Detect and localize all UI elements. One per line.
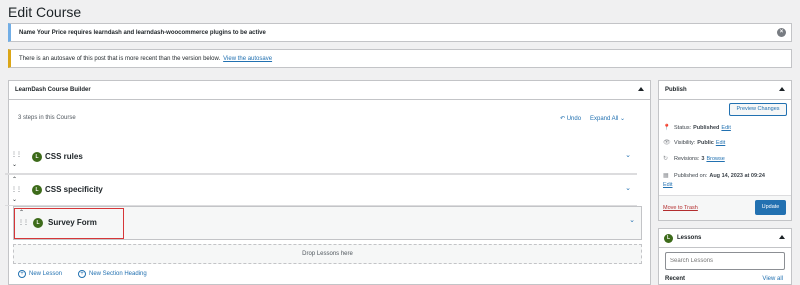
published-label: Published on:	[674, 172, 708, 179]
pin-icon: 📍	[663, 125, 671, 131]
chevron-down-icon: ⌄	[620, 116, 626, 122]
autosave-notice-text: There is an autosave of this post that i…	[19, 55, 221, 62]
move-down-icon[interactable]: ⌄	[12, 162, 17, 168]
visibility-value: Public	[697, 139, 714, 146]
lesson-badge: L	[33, 218, 43, 228]
publish-box: Publish Preview Changes 📍 Status: Publis…	[658, 80, 792, 221]
collapse-icon[interactable]	[638, 87, 644, 91]
new-section-heading-button[interactable]: + New Section Heading	[78, 270, 147, 278]
chevron-down-icon[interactable]: ⌄	[625, 184, 631, 192]
collapse-icon[interactable]	[779, 235, 785, 239]
chevron-down-icon[interactable]: ⌄	[625, 151, 631, 159]
lessons-badge: L	[664, 234, 673, 243]
move-to-trash-link[interactable]: Move to Trash	[663, 205, 698, 211]
collapse-icon[interactable]	[779, 87, 785, 91]
move-up-icon[interactable]: ⌃	[19, 210, 24, 216]
lesson-title: Survey Form	[48, 218, 97, 227]
status-value: Published	[693, 124, 720, 131]
lesson-item[interactable]: ⌃ ⋮⋮ L Survey Form ⌄	[13, 206, 642, 240]
new-section-heading-label: New Section Heading	[89, 271, 147, 277]
lesson-badge: L	[32, 185, 42, 195]
status-line: 📍 Status: Published Edit	[663, 124, 731, 132]
drag-handle-icon[interactable]: ⋮⋮	[18, 219, 29, 226]
revisions-line: ↻ Revisions: 3 Browse	[663, 155, 725, 163]
new-lesson-button[interactable]: + New Lesson	[18, 270, 62, 278]
dismiss-icon[interactable]: ×	[777, 28, 786, 37]
publish-header: Publish	[659, 81, 791, 100]
view-autosave-link[interactable]: View the autosave	[223, 56, 272, 62]
course-builder-header: LearnDash Course Builder	[9, 81, 650, 100]
autosave-notice: There is an autosave of this post that i…	[8, 49, 792, 68]
publish-actions: Move to Trash Update	[659, 195, 791, 220]
course-builder-title: LearnDash Course Builder	[15, 87, 91, 93]
update-button[interactable]: Update	[755, 200, 786, 215]
move-up-icon[interactable]: ⌃	[12, 177, 17, 183]
published-value: Aug 14, 2023 at 09:24	[709, 172, 765, 179]
edit-published-link[interactable]: Edit	[663, 182, 672, 188]
history-icon: ↻	[663, 156, 669, 162]
revisions-label: Revisions:	[674, 155, 700, 162]
revisions-value: 3	[701, 155, 705, 162]
page-title: Edit Course	[8, 4, 82, 20]
lesson-item[interactable]: ⋮⋮ ⌄ L CSS rules ⌄	[5, 143, 637, 174]
status-label: Status:	[674, 124, 692, 131]
lesson-badge: L	[32, 152, 42, 162]
preview-changes-button[interactable]: Preview Changes	[729, 103, 787, 116]
edit-status-link[interactable]: Edit	[721, 125, 730, 131]
edit-visibility-link[interactable]: Edit	[716, 140, 725, 146]
publish-title: Publish	[665, 87, 687, 93]
eye-icon: 👁	[663, 140, 671, 146]
drag-handle-icon[interactable]: ⋮⋮	[11, 186, 22, 193]
search-lessons-input[interactable]	[665, 252, 785, 270]
drag-handle-icon[interactable]: ⋮⋮	[11, 151, 22, 158]
lesson-title: CSS rules	[45, 152, 83, 161]
visibility-label: Visibility:	[674, 139, 696, 146]
new-lesson-label: New Lesson	[29, 271, 63, 277]
drop-lessons-zone[interactable]: Drop Lessons here	[13, 244, 642, 264]
expand-all-label: Expand All	[590, 116, 619, 122]
lessons-box: L Lessons Recent View all	[658, 228, 792, 285]
undo-icon: ↶	[560, 116, 566, 122]
plugin-notice: Name Your Price requires learndash and l…	[8, 23, 792, 42]
chevron-down-icon[interactable]: ⌄	[629, 216, 635, 224]
visibility-line: 👁 Visibility: Public Edit	[663, 139, 725, 147]
browse-revisions-link[interactable]: Browse	[706, 156, 724, 162]
published-on-line: ▦ Published on: Aug 14, 2023 at 09:24	[663, 172, 765, 180]
plus-icon: +	[18, 270, 26, 278]
lesson-item[interactable]: ⌃ ⋮⋮ ⌄ L CSS specificity ⌄	[5, 174, 637, 206]
plus-icon: +	[78, 270, 86, 278]
lesson-title: CSS specificity	[45, 185, 103, 194]
undo-label: Undo	[566, 116, 582, 122]
steps-count: 3 steps in this Course	[18, 115, 76, 121]
expand-all-button[interactable]: Expand All ⌄	[590, 115, 625, 122]
undo-button[interactable]: ↶ Undo	[560, 115, 581, 122]
view-all-link[interactable]: View all	[762, 276, 783, 282]
plugin-notice-text: Name Your Price requires learndash and l…	[19, 29, 266, 36]
recent-label: Recent	[665, 276, 686, 282]
calendar-icon: ▦	[663, 173, 669, 179]
lessons-title: Lessons	[677, 235, 702, 241]
move-down-icon[interactable]: ⌄	[12, 197, 17, 203]
lessons-header: L Lessons	[659, 229, 791, 248]
